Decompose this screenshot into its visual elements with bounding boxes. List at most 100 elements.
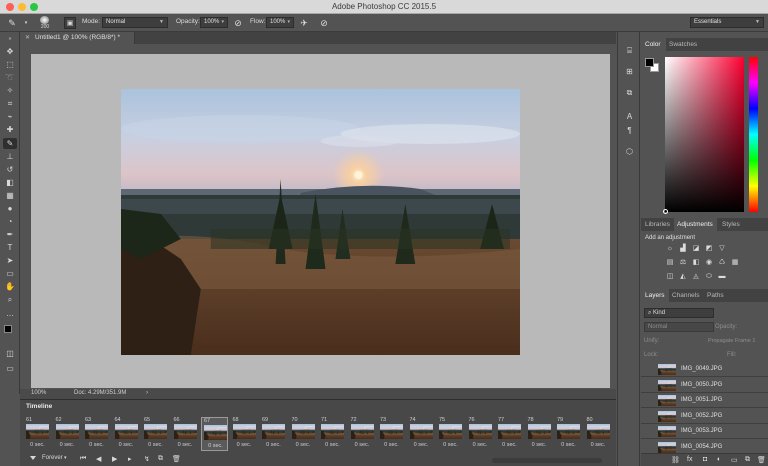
frame-delay[interactable]: 0 sec. (202, 443, 229, 449)
type-tool-icon[interactable]: T (3, 242, 17, 253)
loop-options-select[interactable]: Forever (42, 455, 63, 461)
loop-dropdown-icon[interactable] (30, 456, 36, 461)
opacity-field[interactable]: 100% ▾ (200, 17, 228, 28)
document-canvas-image[interactable] (121, 89, 520, 355)
delete-frame-icon[interactable]: 🗑 (172, 455, 181, 463)
first-frame-icon[interactable]: ⏮ (80, 455, 86, 463)
path-selection-tool-icon[interactable]: ➤ (3, 255, 17, 266)
propagate-frame-label[interactable]: Propagate Frame 1 (708, 338, 755, 344)
brush-panel-toggle-icon[interactable]: ▣ (64, 17, 76, 29)
layer-row[interactable]: IMG_0053.JPG (641, 424, 768, 439)
layer-name[interactable]: IMG_0052.JPG (681, 413, 722, 419)
layer-name[interactable]: IMG_0053.JPG (681, 428, 722, 434)
posterize-icon[interactable]: ◭ (678, 273, 688, 281)
layer-name[interactable]: IMG_0050.JPG (681, 382, 722, 388)
brightness-contrast-icon[interactable]: ☼ (665, 245, 675, 253)
color-picker-cursor[interactable] (663, 209, 668, 214)
curves-icon[interactable]: ◪ (691, 245, 701, 253)
quick-mask-icon[interactable]: ◫ (3, 348, 17, 359)
brush-preset-picker[interactable]: 200 (36, 16, 54, 30)
frame-delay[interactable]: 0 sec. (142, 442, 169, 448)
tab-channels[interactable]: Channels (672, 292, 699, 299)
timeline-scrollbar[interactable] (492, 458, 602, 463)
history-panel-icon[interactable]: ⌸ (623, 44, 636, 57)
delete-layer-icon[interactable]: 🗑 (757, 456, 766, 464)
pen-tool-icon[interactable]: ✒ (3, 229, 17, 240)
frame-delay[interactable]: 0 sec. (83, 442, 110, 448)
chevron-right-icon[interactable]: › (146, 390, 148, 396)
visibility-toggle[interactable] (645, 381, 653, 389)
visibility-toggle[interactable] (645, 412, 653, 420)
layer-name[interactable]: IMG_0049.JPG (681, 366, 722, 372)
healing-brush-tool-icon[interactable]: ✚ (3, 124, 17, 135)
frame-delay[interactable]: 0 sec. (231, 442, 258, 448)
workspace-switcher[interactable]: Essentials ▼ (690, 17, 764, 28)
timeline-frame[interactable]: 73 0 sec. (378, 417, 405, 451)
layer-name[interactable]: IMG_0051.JPG (681, 397, 722, 403)
link-layers-icon[interactable]: ⛓ (671, 456, 680, 464)
invert-icon[interactable]: ◫ (665, 273, 675, 281)
gradient-map-icon[interactable]: ▬ (717, 273, 727, 281)
layer-filter-select[interactable]: ⌕ Kind (644, 308, 714, 318)
frame-delay[interactable]: 0 sec. (113, 442, 140, 448)
screen-mode-icon[interactable]: ▭ (3, 363, 17, 374)
chevron-down-icon[interactable]: ▾ (64, 455, 67, 461)
frame-delay[interactable]: 0 sec. (408, 442, 435, 448)
frame-delay[interactable]: 0 sec. (437, 442, 464, 448)
frame-delay[interactable]: 0 sec. (54, 442, 81, 448)
clone-source-icon[interactable]: ⧉ (623, 86, 636, 99)
marquee-tool-icon[interactable]: ⬚ (3, 59, 17, 70)
tab-styles[interactable]: Styles (722, 221, 740, 228)
timeline-frame[interactable]: 72 0 sec. (349, 417, 376, 451)
visibility-toggle[interactable] (645, 443, 653, 451)
frame-delay[interactable]: 0 sec. (467, 442, 494, 448)
timeline-frame[interactable]: 67 0 sec. (201, 417, 228, 451)
character-panel-icon[interactable]: A (623, 110, 636, 123)
tab-layers[interactable]: Layers (645, 292, 665, 299)
hue-saturation-icon[interactable]: ▤ (665, 259, 675, 267)
tween-icon[interactable]: ↯ (144, 455, 150, 463)
new-group-icon[interactable]: ▭ (731, 456, 738, 464)
tool-preset-dropdown-icon[interactable]: ▾ (20, 17, 32, 29)
color-field[interactable] (665, 57, 744, 212)
previous-frame-icon[interactable]: ◀ (96, 455, 101, 463)
add-mask-icon[interactable]: ◘ (703, 456, 707, 463)
visibility-toggle[interactable] (645, 427, 653, 435)
pressure-opacity-icon[interactable]: ⊘ (232, 17, 244, 29)
layer-row[interactable]: IMG_0052.JPG (641, 408, 768, 424)
timeline-frame[interactable]: 74 0 sec. (408, 417, 435, 451)
lasso-tool-icon[interactable]: ➰ (3, 72, 17, 83)
visibility-toggle[interactable] (645, 365, 653, 373)
timeline-frame[interactable]: 63 0 sec. (83, 417, 110, 451)
more-tools-icon[interactable]: … (3, 308, 17, 319)
frame-delay[interactable]: 0 sec. (349, 442, 376, 448)
zoom-level[interactable]: 100% (31, 390, 46, 396)
frame-delay[interactable]: 0 sec. (24, 442, 51, 448)
timeline-frame[interactable]: 68 0 sec. (231, 417, 258, 451)
pressure-size-icon[interactable]: ⊘ (318, 17, 330, 29)
crop-tool-icon[interactable]: ⌗ (3, 98, 17, 109)
history-brush-tool-icon[interactable]: ↺ (3, 164, 17, 175)
eyedropper-tool-icon[interactable]: ⌁ (3, 111, 17, 122)
frame-delay[interactable]: 0 sec. (290, 442, 317, 448)
rectangle-tool-icon[interactable]: ▭ (3, 268, 17, 279)
play-icon[interactable]: ▶ (112, 455, 117, 463)
next-frame-icon[interactable]: ▸ (128, 455, 132, 463)
frame-delay[interactable]: 0 sec. (260, 442, 287, 448)
layer-style-icon[interactable]: fx (687, 456, 692, 463)
flow-field[interactable]: 100% ▾ (266, 17, 294, 28)
blend-mode-select[interactable]: Normal (644, 322, 714, 332)
gradient-tool-icon[interactable]: ▦ (3, 190, 17, 201)
black-white-icon[interactable]: ◧ (691, 259, 701, 267)
timeline-frame[interactable]: 69 0 sec. (260, 417, 287, 451)
tab-color[interactable]: Color (645, 41, 661, 48)
dodge-tool-icon[interactable]: ◔ (3, 216, 17, 227)
timeline-frame[interactable]: 76 0 sec. (467, 417, 494, 451)
foreground-color-swatch[interactable] (4, 325, 12, 333)
3d-panel-icon[interactable]: ⬡ (623, 145, 636, 158)
tab-paths[interactable]: Paths (707, 292, 724, 299)
close-icon[interactable]: ✕ (25, 34, 30, 41)
timeline-frame[interactable]: 65 0 sec. (142, 417, 169, 451)
timeline-frame[interactable]: 77 0 sec. (496, 417, 523, 451)
threshold-icon[interactable]: ◬ (691, 273, 701, 281)
